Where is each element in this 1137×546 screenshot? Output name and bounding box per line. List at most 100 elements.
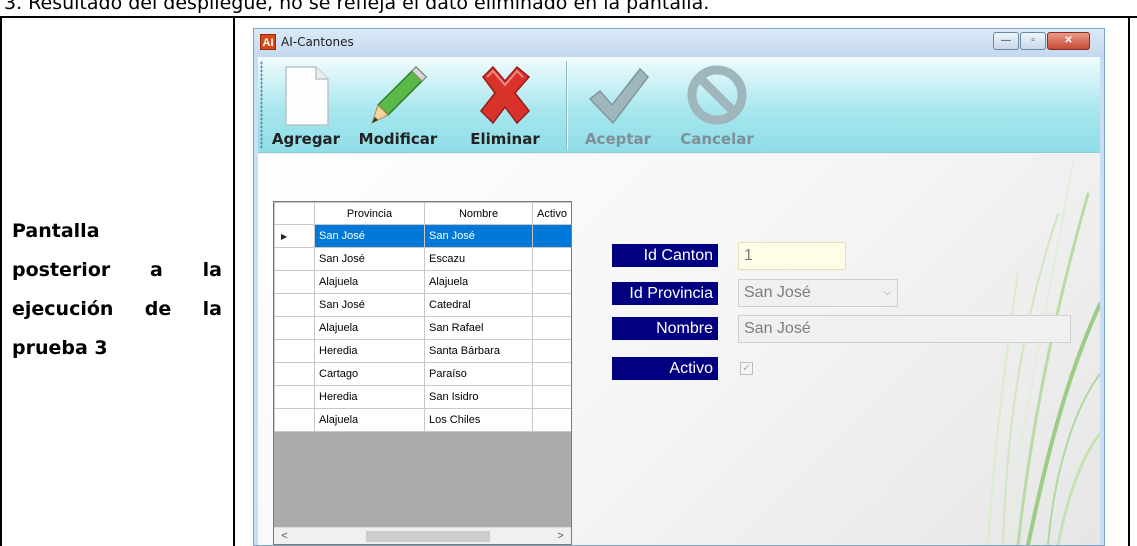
cell-provincia[interactable]: San José bbox=[314, 293, 425, 317]
table-row[interactable]: San José Catedral bbox=[274, 293, 571, 317]
column-header-nombre[interactable]: Nombre bbox=[424, 202, 533, 225]
row-header[interactable] bbox=[274, 385, 315, 409]
activo-label: Activo bbox=[612, 357, 718, 380]
horizontal-scrollbar[interactable]: < > bbox=[274, 527, 571, 544]
activo-checkbox[interactable]: ✓ bbox=[740, 362, 753, 375]
minimize-button[interactable]: — bbox=[993, 32, 1019, 50]
side-label-word: Pantalla bbox=[12, 220, 100, 242]
row-header[interactable] bbox=[274, 316, 315, 340]
chevron-down-icon[interactable]: ⌵ bbox=[883, 280, 891, 306]
cell-nombre[interactable]: San José bbox=[424, 224, 533, 248]
row-header[interactable] bbox=[274, 339, 315, 363]
table-row[interactable]: Cartago Paraíso bbox=[274, 362, 571, 386]
cell-nombre[interactable]: San Rafael bbox=[424, 316, 533, 340]
cell-provincia[interactable]: San José bbox=[314, 224, 425, 248]
cell-nombre[interactable]: Catedral bbox=[424, 293, 533, 317]
cell-activo[interactable] bbox=[532, 293, 571, 317]
row-selector-arrow-icon[interactable]: ▶ bbox=[274, 224, 315, 248]
maximize-button[interactable]: ▫ bbox=[1020, 32, 1046, 50]
window-client-area: Agregar Modificar Eliminar Aceptar Cance… bbox=[258, 57, 1100, 545]
side-label-line: prueba 3 bbox=[12, 337, 108, 359]
cell-activo[interactable] bbox=[532, 385, 571, 409]
row-header[interactable] bbox=[274, 293, 315, 317]
aceptar-button[interactable]: Aceptar bbox=[578, 57, 658, 153]
cancelar-label: Cancelar bbox=[680, 130, 754, 148]
table-border-left bbox=[0, 16, 2, 546]
agregar-label: Agregar bbox=[271, 130, 341, 148]
pencil-icon bbox=[371, 65, 428, 124]
new-document-icon bbox=[285, 66, 329, 126]
cell-provincia[interactable]: Alajuela bbox=[314, 316, 425, 340]
modificar-label: Modificar bbox=[358, 130, 438, 148]
toolbar-grip[interactable] bbox=[260, 61, 263, 149]
grid-header-row: Provincia Nombre Activo bbox=[274, 202, 571, 225]
table-border-right bbox=[1128, 16, 1130, 546]
scroll-left-icon[interactable]: < bbox=[276, 529, 293, 544]
side-label-word: a bbox=[150, 259, 163, 281]
close-button[interactable]: ✕ bbox=[1047, 32, 1090, 50]
delete-x-icon bbox=[480, 65, 531, 125]
row-header[interactable] bbox=[274, 247, 315, 271]
cell-nombre[interactable]: Paraíso bbox=[424, 362, 533, 386]
app-logo-icon: AI bbox=[260, 34, 276, 50]
row-header[interactable] bbox=[274, 408, 315, 432]
column-header-provincia[interactable]: Provincia bbox=[314, 202, 425, 225]
side-label-word: de bbox=[144, 298, 172, 320]
title-bar[interactable]: AI AI-Cantones — ▫ ✕ bbox=[254, 29, 1104, 57]
row-header[interactable] bbox=[274, 362, 315, 386]
checkmark-icon bbox=[588, 67, 649, 125]
column-header-activo[interactable]: Activo bbox=[532, 202, 571, 225]
id-provincia-label: Id Provincia bbox=[612, 282, 718, 305]
cell-activo[interactable] bbox=[532, 362, 571, 386]
cell-provincia[interactable]: Cartago bbox=[314, 362, 425, 386]
cell-activo[interactable] bbox=[532, 339, 571, 363]
cell-provincia[interactable]: Alajuela bbox=[314, 270, 425, 294]
cancelar-button[interactable]: Cancelar bbox=[674, 57, 760, 153]
cancel-circle-icon bbox=[687, 65, 747, 125]
eliminar-button[interactable]: Eliminar bbox=[458, 57, 552, 153]
cell-provincia[interactable]: Alajuela bbox=[314, 408, 425, 432]
toolbar: Agregar Modificar Eliminar Aceptar Cance… bbox=[258, 57, 1100, 153]
table-row[interactable]: Alajuela Los Chiles bbox=[274, 408, 571, 432]
cell-nombre[interactable]: Los Chiles bbox=[424, 408, 533, 432]
cell-provincia[interactable]: San José bbox=[314, 247, 425, 271]
modificar-button[interactable]: Modificar bbox=[350, 57, 446, 153]
app-window: AI AI-Cantones — ▫ ✕ Agregar Modificar E… bbox=[253, 28, 1105, 546]
cell-activo[interactable] bbox=[532, 316, 571, 340]
cell-activo[interactable] bbox=[532, 408, 571, 432]
cell-provincia[interactable]: Heredia bbox=[314, 339, 425, 363]
cell-nombre[interactable]: San Isidro bbox=[424, 385, 533, 409]
cell-nombre[interactable]: Alajuela bbox=[424, 270, 533, 294]
id-canton-label: Id Canton bbox=[612, 244, 718, 267]
window-title: AI-Cantones bbox=[281, 35, 354, 49]
grid-corner-header[interactable] bbox=[274, 202, 315, 225]
table-row[interactable]: Heredia San Isidro bbox=[274, 385, 571, 409]
id-provincia-value: San José bbox=[744, 284, 811, 301]
cantones-data-grid[interactable]: Provincia Nombre Activo ▶ San José San J… bbox=[273, 201, 572, 545]
table-column-divider bbox=[233, 16, 235, 546]
agregar-button[interactable]: Agregar bbox=[266, 57, 346, 153]
side-label-word: la bbox=[202, 298, 222, 320]
table-row[interactable]: San José Escazu bbox=[274, 247, 571, 271]
table-row[interactable]: ▶ San José San José bbox=[274, 224, 571, 248]
table-row[interactable]: Alajuela Alajuela bbox=[274, 270, 571, 294]
cell-provincia[interactable]: Heredia bbox=[314, 385, 425, 409]
side-label-word: posterior bbox=[12, 259, 111, 281]
side-label-word: la bbox=[202, 259, 222, 281]
nombre-field[interactable]: San José bbox=[738, 315, 1071, 343]
scroll-right-icon[interactable]: > bbox=[552, 529, 569, 544]
cell-nombre[interactable]: Escazu bbox=[424, 247, 533, 271]
side-label-word: ejecución bbox=[12, 298, 114, 320]
row-header[interactable] bbox=[274, 270, 315, 294]
cell-nombre[interactable]: Santa Bárbara bbox=[424, 339, 533, 363]
table-row[interactable]: Heredia Santa Bárbara bbox=[274, 339, 571, 363]
table-row[interactable]: Alajuela San Rafael bbox=[274, 316, 571, 340]
id-canton-field[interactable]: 1 bbox=[738, 242, 846, 270]
cell-activo[interactable] bbox=[532, 270, 571, 294]
id-provincia-select[interactable]: San José ⌵ bbox=[738, 279, 898, 307]
side-label: Pantalla posterior a la ejecución de la prue… bbox=[12, 212, 222, 368]
scrollbar-thumb[interactable] bbox=[366, 531, 490, 542]
cell-activo[interactable] bbox=[532, 224, 571, 248]
side-label-line: ejecución de la bbox=[12, 290, 222, 329]
cell-activo[interactable] bbox=[532, 247, 571, 271]
